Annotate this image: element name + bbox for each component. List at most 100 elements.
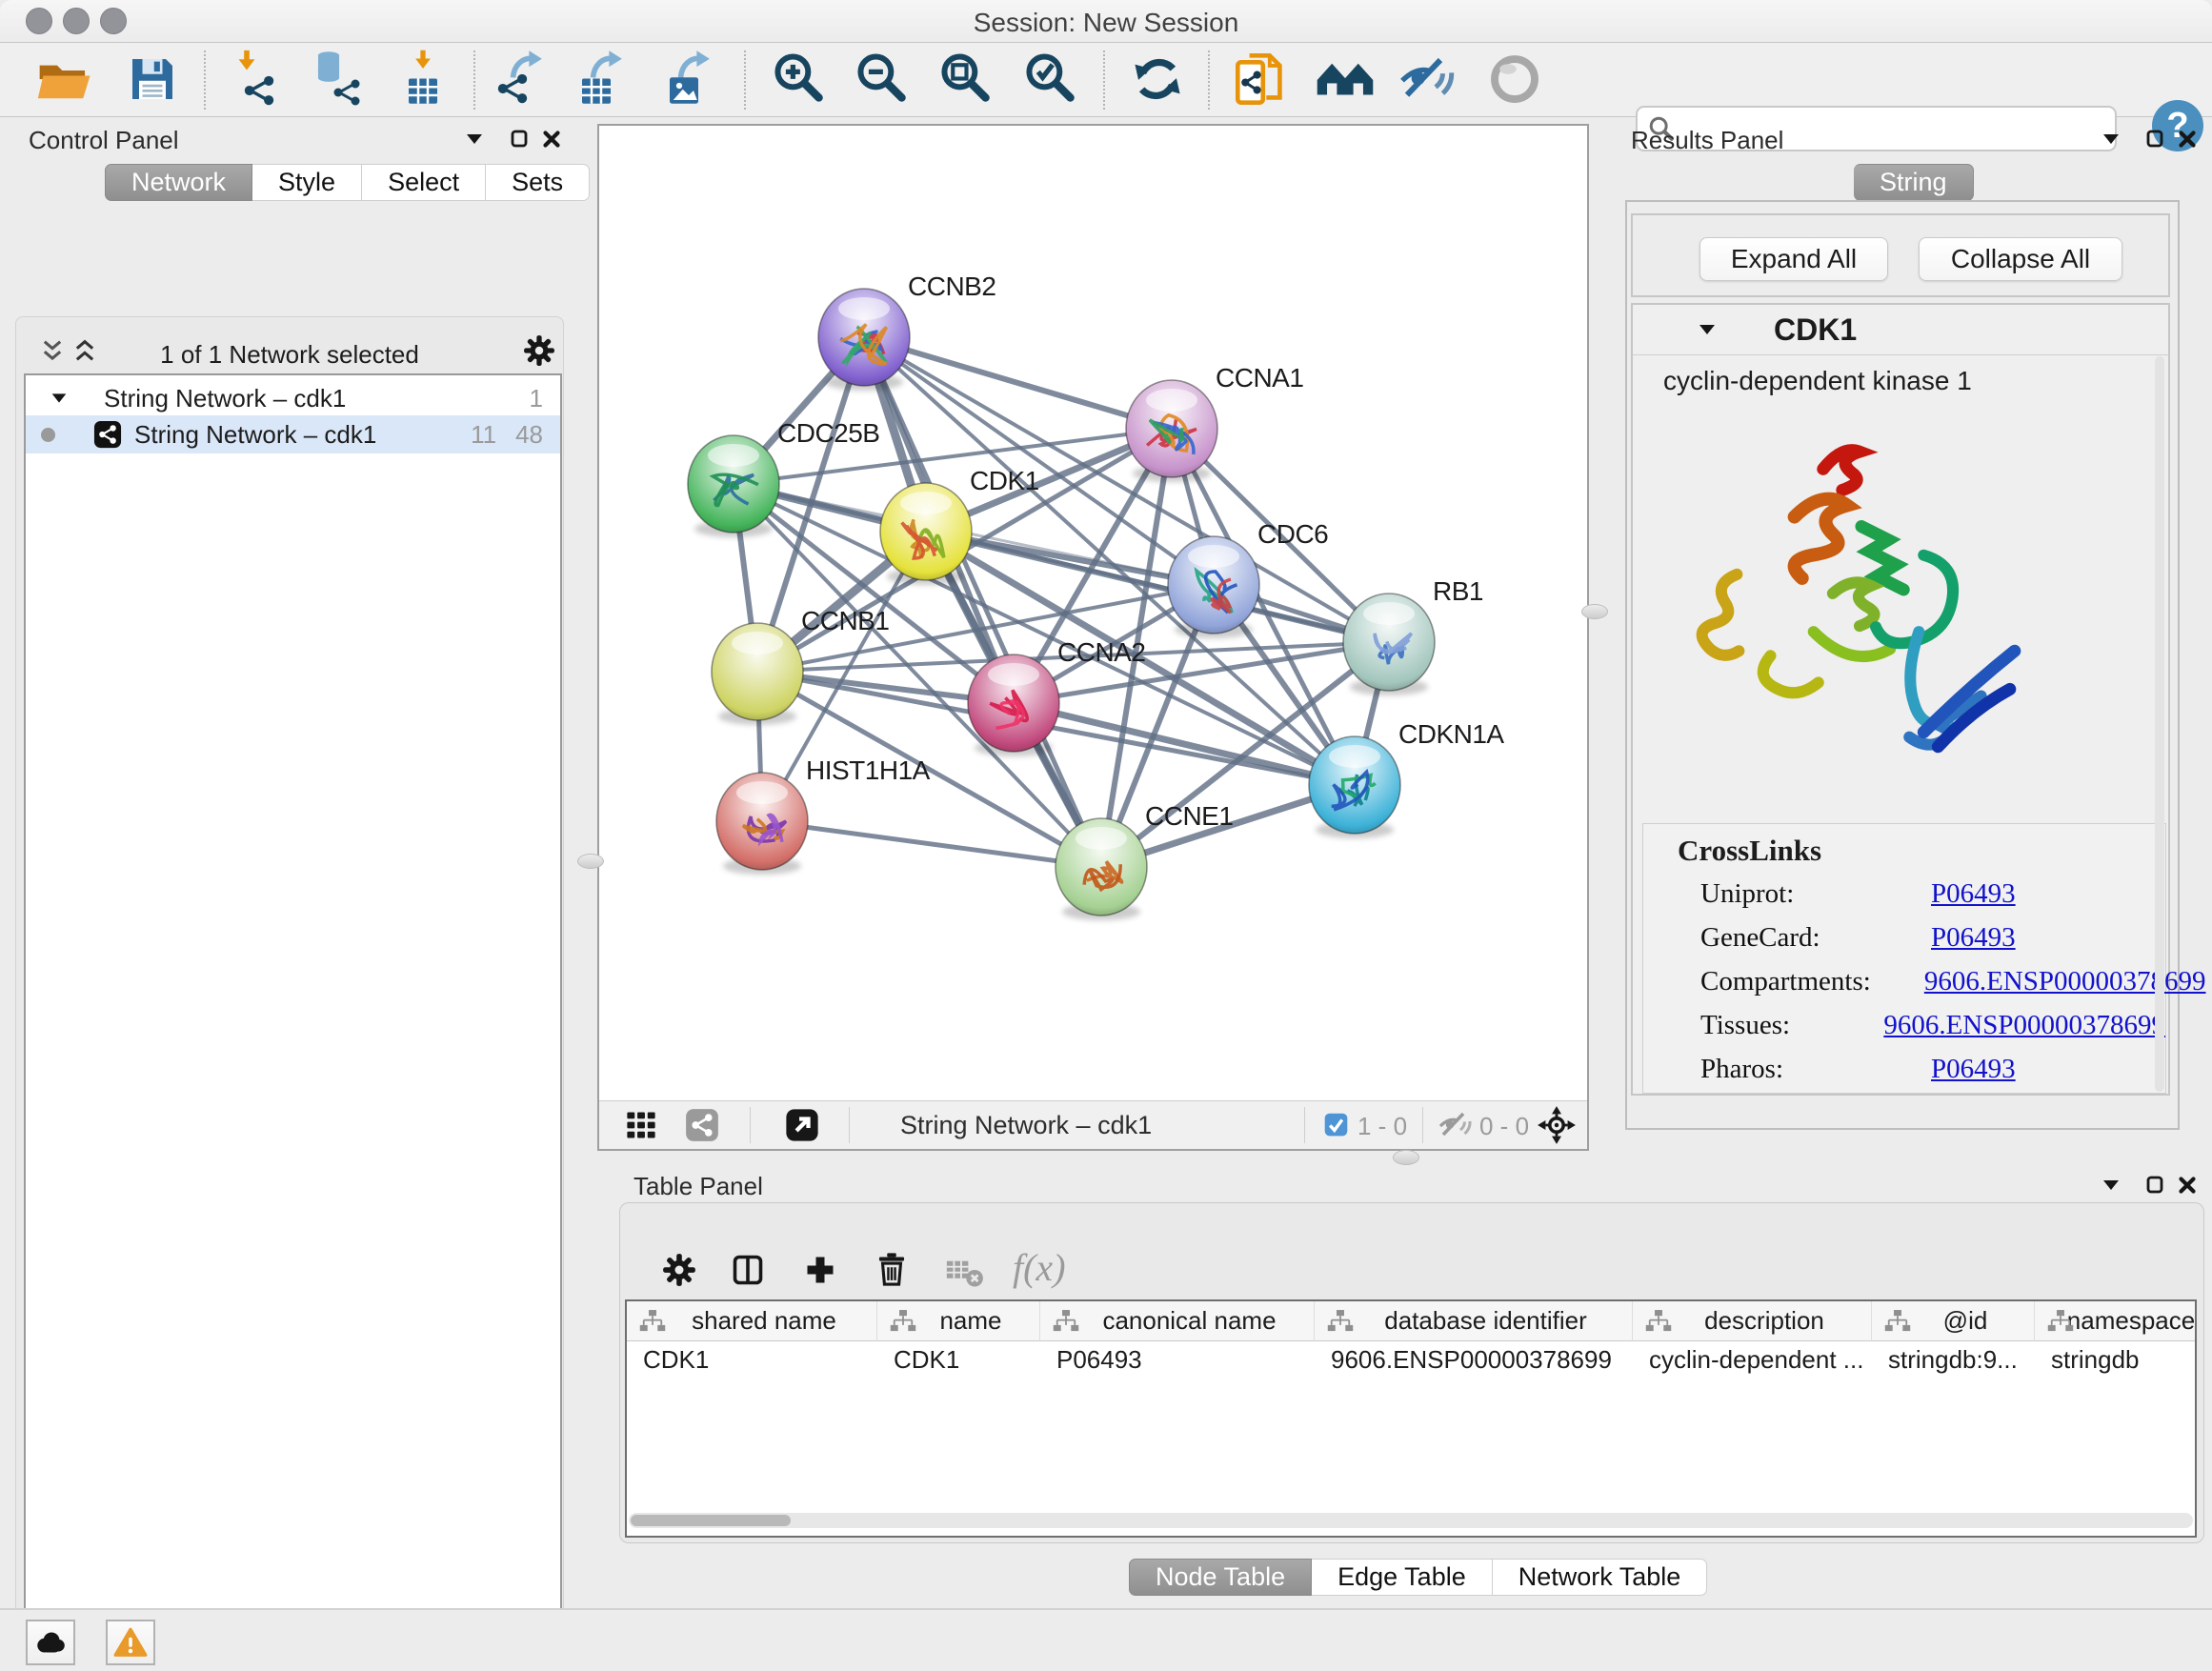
table-panel-tabs: Node TableEdge TableNetwork Table bbox=[1129, 1559, 1707, 1596]
column-header-description[interactable]: description bbox=[1633, 1301, 1872, 1341]
network-edges[interactable] bbox=[734, 337, 1389, 867]
grid-view-icon[interactable] bbox=[624, 1108, 658, 1142]
crosslink-link[interactable]: P06493 bbox=[1931, 922, 2016, 954]
network-list: String Network – cdk1 1 String Network –… bbox=[24, 373, 562, 1671]
zoom-fit-icon[interactable] bbox=[936, 49, 997, 110]
table-scrollbar-thumb[interactable] bbox=[631, 1515, 791, 1526]
refresh-icon[interactable] bbox=[1127, 49, 1188, 110]
open-in-string-icon[interactable] bbox=[1231, 49, 1292, 110]
warning-icon bbox=[113, 1627, 148, 1658]
import-network-from-database-icon[interactable] bbox=[307, 49, 368, 110]
tab-edge-table[interactable]: Edge Table bbox=[1312, 1559, 1493, 1596]
selected-nodes-checkbox-icon[interactable] bbox=[1323, 1112, 1349, 1137]
node-label: CDK1 bbox=[970, 466, 1039, 495]
table-cell[interactable]: P06493 bbox=[1040, 1341, 1315, 1378]
control-panel-title: Control Panel bbox=[29, 126, 179, 155]
network-node-HIST1H1A[interactable]: HIST1H1A bbox=[716, 755, 931, 875]
column-header-database-identifier[interactable]: database identifier bbox=[1315, 1301, 1633, 1341]
table-cell[interactable]: CDK1 bbox=[627, 1341, 877, 1378]
panel-float-icon[interactable] bbox=[2143, 128, 2166, 151]
toolbar-separator bbox=[744, 50, 746, 110]
panel-collapse-icon[interactable] bbox=[463, 128, 486, 151]
right-splitter-handle[interactable] bbox=[1581, 604, 1608, 619]
panel-float-icon[interactable] bbox=[2143, 1174, 2166, 1197]
export-table-icon[interactable] bbox=[573, 49, 634, 110]
table-cell[interactable]: stringdb:9... bbox=[1872, 1341, 2035, 1378]
collection-expander-icon[interactable] bbox=[49, 388, 70, 409]
network-node-CDKN1A[interactable]: CDKN1A bbox=[1309, 719, 1504, 838]
tab-string[interactable]: String bbox=[1854, 164, 1974, 201]
tab-network-table[interactable]: Network Table bbox=[1493, 1559, 1708, 1596]
network-node-CCNB2[interactable]: CCNB2 bbox=[818, 272, 995, 391]
table-cell[interactable]: CDK1 bbox=[877, 1341, 1040, 1378]
export-image-icon[interactable] bbox=[659, 49, 720, 110]
network-node-CCNA1[interactable]: CCNA1 bbox=[1126, 363, 1303, 482]
zoom-out-icon[interactable] bbox=[853, 49, 914, 110]
panel-close-icon[interactable] bbox=[2176, 128, 2199, 151]
create-column-plus-icon[interactable] bbox=[803, 1253, 837, 1287]
crosslinks-heading: CrossLinks bbox=[1643, 824, 2165, 872]
tab-sets[interactable]: Sets bbox=[486, 164, 590, 201]
crosslink-link[interactable]: 9606.ENSP00000378699 bbox=[1883, 1010, 2165, 1041]
open-view-icon[interactable] bbox=[784, 1107, 820, 1143]
column-header-name[interactable]: name bbox=[877, 1301, 1040, 1341]
table-row[interactable]: CDK1CDK1P064939606.ENSP00000378699cyclin… bbox=[627, 1341, 2195, 1378]
tab-style[interactable]: Style bbox=[252, 164, 362, 201]
hidden-counts: 0 - 0 bbox=[1479, 1112, 1529, 1141]
save-session-icon[interactable] bbox=[122, 49, 183, 110]
network-options-gear-icon[interactable] bbox=[523, 334, 555, 367]
table-horizontal-scrollbar[interactable] bbox=[629, 1513, 2193, 1528]
tab-node-table[interactable]: Node Table bbox=[1129, 1559, 1312, 1596]
column-header-canonical-name[interactable]: canonical name bbox=[1040, 1301, 1315, 1341]
delete-table-icon[interactable] bbox=[944, 1255, 986, 1289]
table-options-gear-icon[interactable] bbox=[662, 1253, 696, 1287]
crosslink-link[interactable]: P06493 bbox=[1931, 878, 2016, 910]
network-canvas[interactable]: CCNB2CCNA1CDC25BCDK1CDC6RB1CCNB1CCNA2CDK… bbox=[599, 126, 1587, 1103]
network-collection-row[interactable]: String Network – cdk1 1 bbox=[26, 381, 560, 415]
hide-glass-effects-icon[interactable] bbox=[1398, 49, 1458, 110]
results-scrollbar[interactable] bbox=[2155, 356, 2164, 1092]
show-columns-icon[interactable] bbox=[731, 1253, 765, 1287]
cloud-button[interactable] bbox=[26, 1620, 75, 1665]
panel-close-icon[interactable] bbox=[540, 128, 563, 151]
expand-all-button[interactable]: Expand All bbox=[1699, 237, 1888, 281]
node-label: CDC25B bbox=[777, 418, 879, 448]
gray-orb-icon[interactable] bbox=[1484, 49, 1545, 110]
network-node-RB1[interactable]: RB1 bbox=[1343, 576, 1483, 695]
import-network-from-file-icon[interactable] bbox=[227, 49, 288, 110]
warnings-button[interactable] bbox=[106, 1620, 155, 1665]
string-home-icon[interactable] bbox=[1316, 49, 1377, 110]
panel-close-icon[interactable] bbox=[2176, 1174, 2199, 1197]
tab-network[interactable]: Network bbox=[105, 164, 252, 201]
collection-count: 1 bbox=[530, 384, 543, 413]
birds-eye-view-icon[interactable] bbox=[1537, 1105, 1577, 1145]
table-cell[interactable]: cyclin-dependent ... bbox=[1633, 1341, 1872, 1378]
bottom-splitter-handle[interactable] bbox=[1393, 1150, 1419, 1165]
panel-collapse-icon[interactable] bbox=[2100, 1174, 2122, 1197]
left-splitter-handle[interactable] bbox=[577, 854, 604, 869]
protein-card-header[interactable]: CDK1 bbox=[1633, 305, 2168, 355]
crosslink-row: GeneCard:P06493 bbox=[1643, 916, 2165, 959]
hidden-eye-slash-icon[interactable] bbox=[1438, 1110, 1472, 1140]
zoom-selected-icon[interactable] bbox=[1021, 49, 1082, 110]
tab-select[interactable]: Select bbox=[362, 164, 486, 201]
collapse-all-button[interactable]: Collapse All bbox=[1919, 237, 2122, 281]
column-header--id[interactable]: @id bbox=[1872, 1301, 2035, 1341]
panel-float-icon[interactable] bbox=[508, 128, 531, 151]
column-header-shared-name[interactable]: shared name bbox=[627, 1301, 877, 1341]
crosslink-link[interactable]: P06493 bbox=[1931, 1054, 2016, 1085]
network-row[interactable]: String Network – cdk1 11 48 bbox=[26, 415, 560, 453]
import-table-from-file-icon[interactable] bbox=[394, 49, 455, 110]
open-session-icon[interactable] bbox=[36, 49, 97, 110]
network-view-footer: String Network – cdk1 1 - 0 0 - 0 bbox=[599, 1100, 1587, 1149]
zoom-in-icon[interactable] bbox=[770, 49, 831, 110]
column-header-namespace[interactable]: namespace bbox=[2035, 1301, 2197, 1341]
network-share-icon[interactable] bbox=[685, 1108, 719, 1142]
protein-expander-icon[interactable] bbox=[1696, 318, 1719, 341]
table-cell[interactable]: stringdb bbox=[2035, 1341, 2197, 1378]
table-cell[interactable]: 9606.ENSP00000378699 bbox=[1315, 1341, 1633, 1378]
function-builder-icon[interactable]: f(x) bbox=[1013, 1245, 1066, 1290]
panel-collapse-icon[interactable] bbox=[2100, 128, 2122, 151]
delete-column-trash-icon[interactable] bbox=[874, 1251, 910, 1287]
export-network-icon[interactable] bbox=[493, 49, 554, 110]
